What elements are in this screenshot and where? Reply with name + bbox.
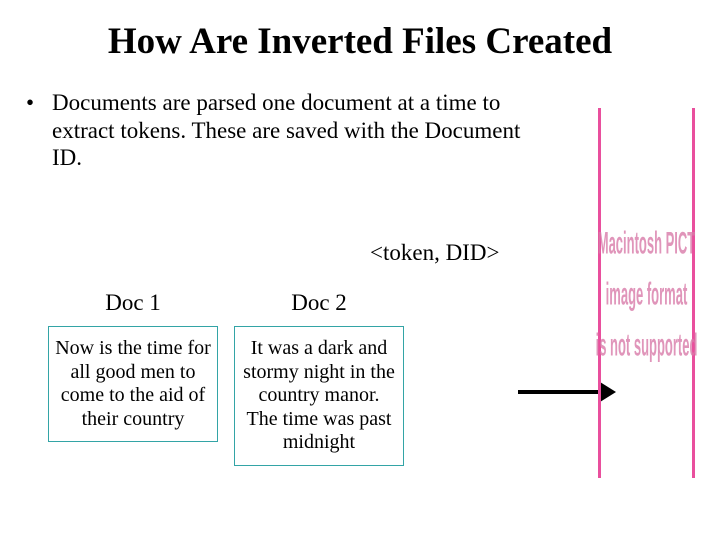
token-pair-label: <token, DID> [370, 240, 499, 266]
placeholder-line-3: is not supported [596, 326, 698, 362]
slide-title: How Are Inverted Files Created [0, 20, 720, 63]
doc-box: Now is the time for all good men to come… [48, 326, 218, 442]
doc-column-1: Doc 1 Now is the time for all good men t… [48, 290, 218, 466]
doc-column-2: Doc 2 It was a dark and stormy night in … [234, 290, 404, 466]
placeholder-text: Macintosh PICT image format is not suppo… [596, 235, 698, 352]
doc-label: Doc 1 [105, 290, 161, 316]
arrow-icon [518, 390, 600, 394]
placeholder-line-2: image format [606, 275, 688, 311]
doc-box: It was a dark and stormy night in the co… [234, 326, 404, 466]
right-panel-placeholder: Macintosh PICT image format is not suppo… [598, 108, 695, 478]
documents-container: Doc 1 Now is the time for all good men t… [48, 290, 404, 466]
doc-label: Doc 2 [291, 290, 347, 316]
arrow-shaft [518, 390, 600, 394]
placeholder-line-1: Macintosh PICT [598, 224, 696, 260]
